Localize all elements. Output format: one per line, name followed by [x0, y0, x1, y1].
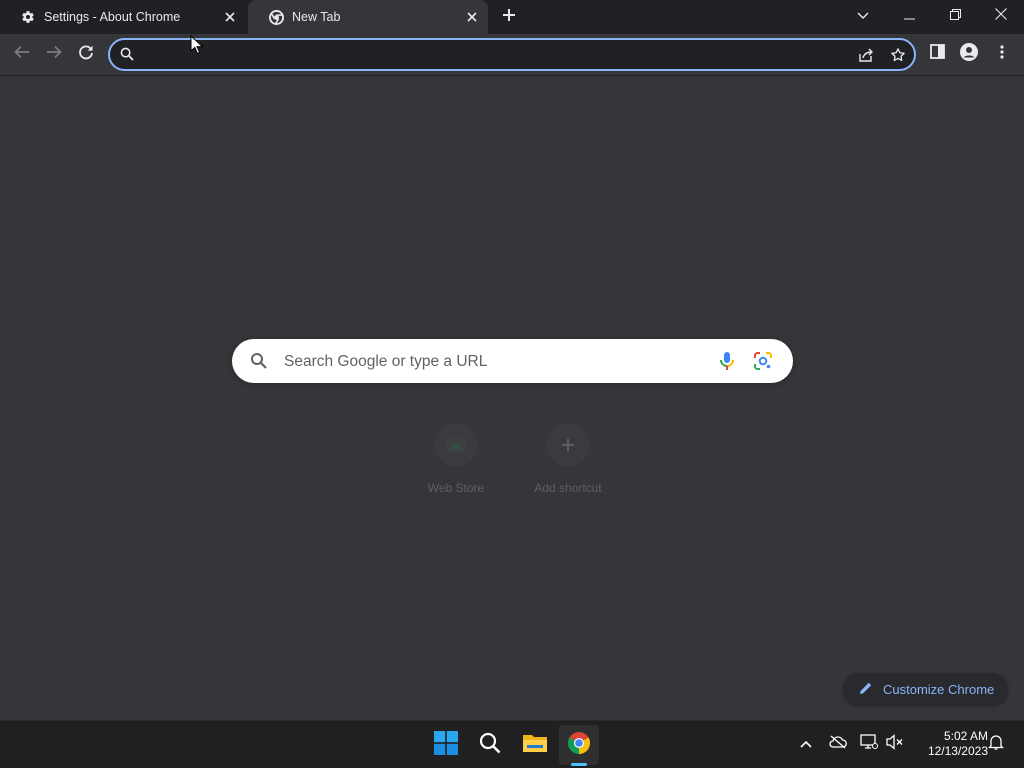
chevron-down-icon [857, 7, 869, 25]
windows-taskbar: 5:02 AM 12/13/2023 [0, 720, 1024, 768]
customize-chrome-button[interactable]: Customize Chrome [843, 673, 1008, 705]
address-input[interactable] [142, 44, 842, 66]
reload-button[interactable] [72, 40, 100, 68]
shortcut-label: Add shortcut [534, 481, 602, 495]
new-tab-page: Web Store Add shortcut Customize Chrome [0, 77, 1024, 720]
search-icon [120, 47, 136, 63]
close-window-button[interactable] [978, 0, 1024, 32]
tab-settings-about-chrome[interactable]: Settings - About Chrome [0, 0, 246, 34]
taskbar-search-button[interactable] [470, 725, 510, 765]
close-tab-icon[interactable] [462, 7, 482, 27]
file-explorer-icon [522, 732, 548, 759]
tab-title: Settings - About Chrome [44, 10, 181, 24]
shortcut-add[interactable]: Add shortcut [518, 417, 618, 499]
web-store-icon [434, 423, 478, 467]
tab-new-tab[interactable]: New Tab [248, 0, 488, 34]
network-tray-button[interactable] [858, 733, 880, 755]
chrome-icon [268, 9, 284, 25]
forward-arrow-icon [46, 44, 62, 65]
shortcut-label: Web Store [427, 481, 485, 495]
more-vert-icon [1000, 44, 1004, 64]
reload-icon [78, 44, 94, 65]
tab-strip: Settings - About Chrome New Tab [0, 0, 1024, 34]
back-button[interactable] [8, 40, 36, 68]
profile-button[interactable] [955, 40, 983, 68]
notifications-button[interactable] [985, 733, 1007, 755]
star-icon[interactable] [888, 45, 908, 65]
minimize-icon [903, 7, 915, 25]
back-arrow-icon [14, 44, 30, 65]
forward-button[interactable] [40, 40, 68, 68]
browser-toolbar [0, 34, 1024, 76]
start-button[interactable] [426, 725, 466, 765]
mouse-cursor-icon [190, 34, 204, 55]
chrome-icon [567, 731, 591, 760]
address-bar[interactable] [108, 38, 916, 71]
side-panel-button[interactable] [923, 40, 951, 68]
bell-icon [987, 734, 1005, 755]
plus-icon [502, 8, 516, 27]
profile-icon [960, 42, 978, 66]
tab-title: New Tab [292, 10, 341, 24]
clock-date: 12/13/2023 [927, 744, 988, 758]
chevron-up-icon [800, 735, 812, 753]
restore-icon [949, 7, 961, 25]
share-icon[interactable] [856, 45, 876, 65]
plus-icon [546, 423, 590, 467]
close-tab-icon[interactable] [220, 7, 240, 27]
network-icon [860, 733, 878, 755]
chrome-taskbar-button[interactable] [559, 725, 599, 765]
shortcuts-grid: Web Store Add shortcut [0, 77, 1024, 720]
restore-button[interactable] [932, 0, 978, 32]
tab-search-button[interactable] [840, 0, 886, 32]
side-panel-icon [929, 44, 945, 64]
gear-icon [20, 9, 36, 25]
new-tab-button[interactable] [498, 6, 520, 28]
minimize-button[interactable] [886, 0, 932, 32]
taskbar-clock[interactable]: 5:02 AM 12/13/2023 [912, 729, 988, 759]
volume-tray-button[interactable] [884, 733, 906, 755]
close-icon [995, 7, 1007, 25]
menu-button[interactable] [988, 40, 1016, 68]
clock-time: 5:02 AM [943, 729, 988, 743]
customize-chrome-label: Customize Chrome [883, 681, 995, 697]
search-icon [479, 732, 501, 759]
windows-start-icon [434, 730, 458, 760]
show-hidden-icons-button[interactable] [795, 733, 817, 755]
onedrive-tray-button[interactable] [827, 733, 849, 755]
volume-muted-icon [886, 733, 904, 755]
active-app-indicator [571, 763, 587, 766]
shortcut-web-store[interactable]: Web Store [406, 417, 506, 499]
cloud-offline-icon [829, 735, 847, 754]
pencil-icon [859, 681, 875, 697]
file-explorer-button[interactable] [515, 725, 555, 765]
